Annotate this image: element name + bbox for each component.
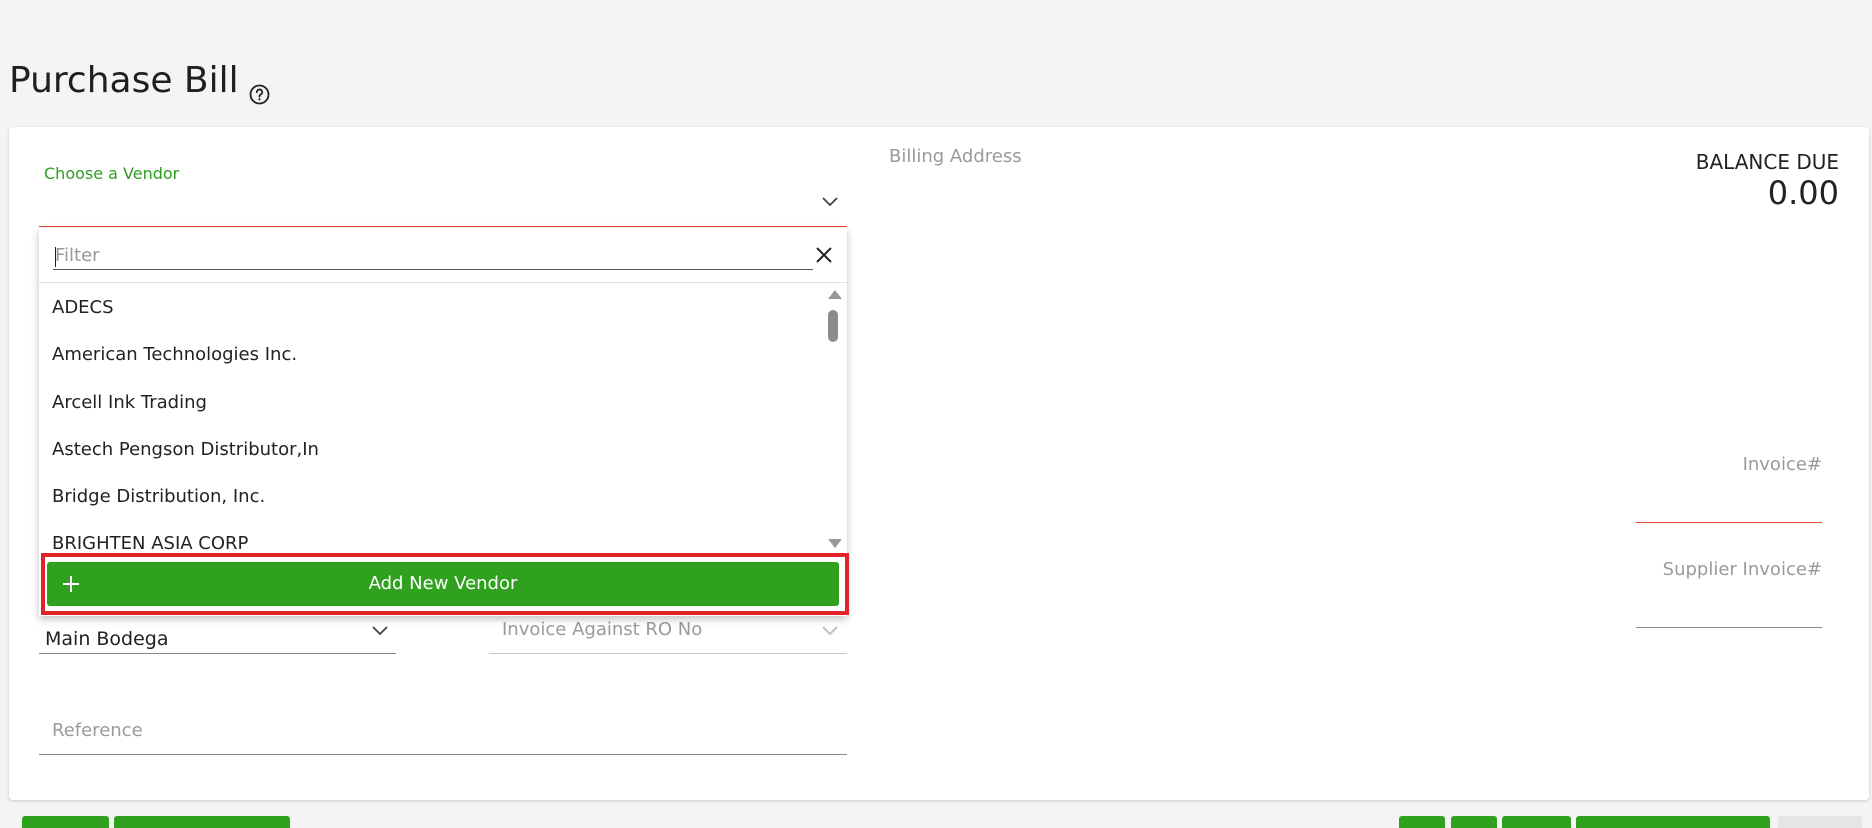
balance-due-value: 0.00 — [1767, 174, 1839, 212]
vendor-list-scrollbar[interactable] — [825, 288, 842, 550]
footer-button-7[interactable] — [1778, 816, 1862, 828]
scroll-thumb[interactable] — [828, 310, 838, 342]
footer-button-5[interactable] — [1502, 816, 1571, 828]
footer-button-3[interactable] — [1399, 816, 1445, 828]
list-item[interactable]: Bridge Distribution, Inc. — [39, 473, 829, 520]
scroll-down-arrow-icon[interactable] — [828, 539, 842, 548]
invoice-field-underline — [1636, 522, 1822, 523]
page-title: Purchase Bill — [9, 60, 270, 105]
page-title-text: Purchase Bill — [9, 60, 239, 101]
chevron-down-icon[interactable] — [370, 623, 390, 637]
footer-button-6[interactable] — [1576, 816, 1770, 828]
filter-row — [39, 228, 847, 283]
invoice-against-ro-select[interactable]: Invoice Against RO No — [502, 619, 702, 640]
footer-button-2[interactable] — [114, 816, 290, 828]
warehouse-select[interactable]: Main Bodega — [45, 628, 169, 650]
supplier-invoice-underline — [1636, 627, 1822, 628]
vendor-list: ADECS American Technologies Inc. Arcell … — [39, 284, 829, 554]
list-item[interactable]: American Technologies Inc. — [39, 331, 829, 378]
footer-button-4[interactable] — [1451, 816, 1497, 828]
vendor-field-underline — [39, 226, 847, 227]
question-circle-icon[interactable] — [249, 73, 270, 105]
billing-address-label: Billing Address — [889, 146, 1022, 167]
footer-button-1[interactable] — [22, 816, 109, 828]
list-item[interactable]: Astech Pengson Distributor,In — [39, 426, 829, 473]
add-new-vendor-label: Add New Vendor — [368, 573, 518, 594]
close-icon[interactable] — [814, 245, 834, 265]
filter-input[interactable] — [53, 242, 813, 270]
warehouse-underline — [39, 653, 396, 654]
list-item[interactable]: BRIGHTEN ASIA CORP — [39, 520, 829, 554]
invoice-number-field[interactable]: Invoice# — [1743, 454, 1822, 475]
reference-field[interactable]: Reference — [52, 720, 143, 741]
add-new-vendor-button[interactable]: Add New Vendor — [47, 562, 839, 606]
supplier-invoice-field[interactable]: Supplier Invoice# — [1663, 559, 1822, 580]
text-cursor — [55, 247, 56, 267]
balance-due-label: BALANCE DUE — [1695, 150, 1839, 174]
ro-underline — [489, 653, 847, 654]
vendor-dropdown: ADECS American Technologies Inc. Arcell … — [39, 228, 849, 616]
vendor-label: Choose a Vendor — [44, 164, 180, 183]
chevron-down-icon[interactable] — [820, 194, 840, 208]
list-item[interactable]: Arcell Ink Trading — [39, 379, 829, 426]
chevron-down-icon[interactable] — [820, 623, 840, 637]
scroll-up-arrow-icon[interactable] — [828, 290, 842, 299]
reference-underline — [39, 754, 847, 755]
list-item[interactable]: ADECS — [39, 284, 829, 331]
